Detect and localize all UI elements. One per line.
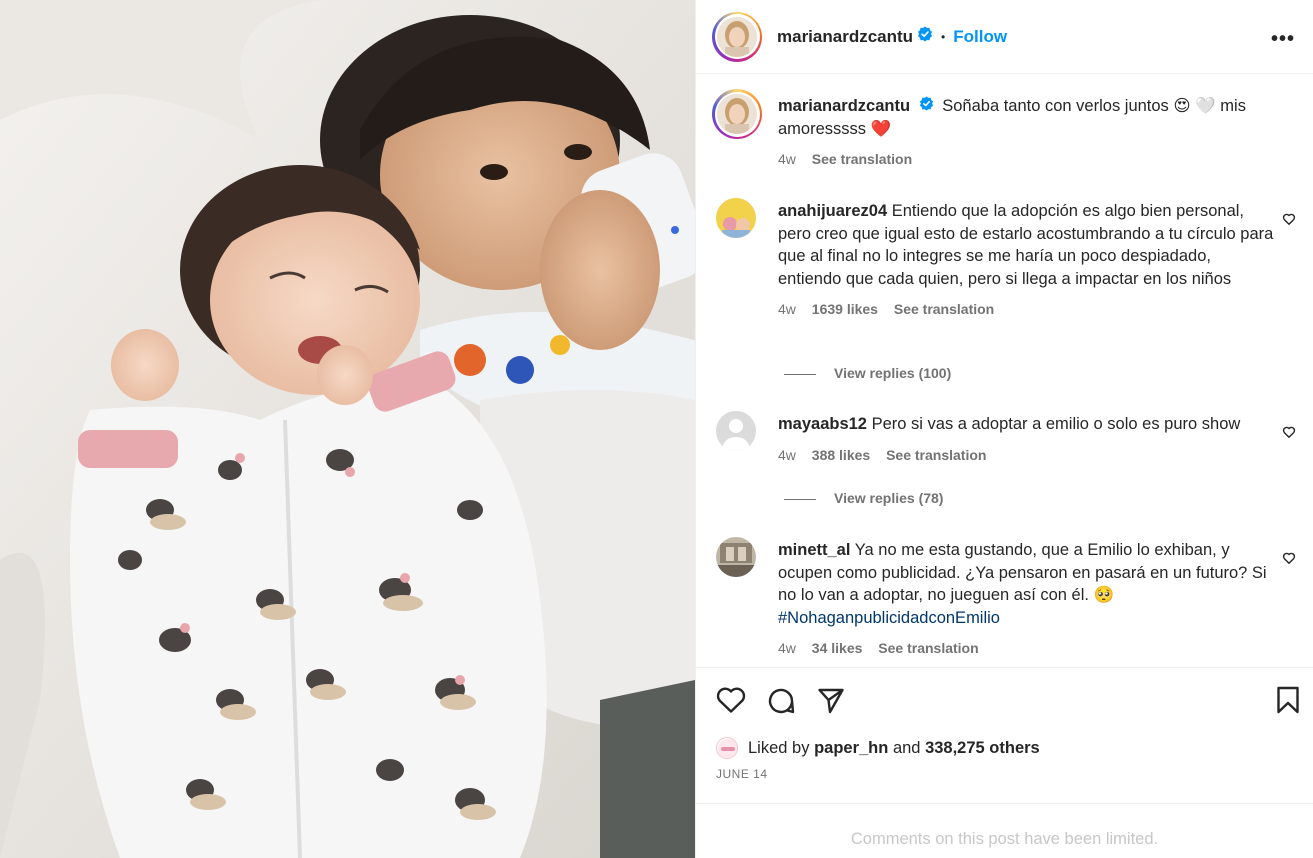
comment-username[interactable]: minett_al <box>778 541 850 559</box>
comment-time[interactable]: 4w <box>778 301 796 317</box>
comment-username[interactable]: mayaabs12 <box>778 415 867 433</box>
comment-likes[interactable]: 1639 likes <box>812 301 878 317</box>
heart-icon[interactable] <box>716 686 746 719</box>
action-bar <box>696 667 1313 731</box>
liked-by-and: and <box>892 738 921 757</box>
author-avatar-ring[interactable] <box>712 11 762 62</box>
post-header: marianardzcantu • Follow ••• <box>696 0 1313 74</box>
caption-username[interactable]: marianardzcantu <box>778 97 910 115</box>
comment-like-heart-icon[interactable] <box>1282 212 1296 226</box>
comment-text: Ya no me esta gustando, que a Emilio lo … <box>778 541 1267 604</box>
post-details-panel: marianardzcantu • Follow ••• marianardzc… <box>695 0 1313 858</box>
follow-button[interactable]: Follow <box>953 27 1007 47</box>
replies-line <box>784 373 816 375</box>
commenter-avatar[interactable] <box>716 411 756 451</box>
view-replies-button[interactable]: View replies (78) <box>784 490 943 506</box>
verified-icon <box>917 26 933 47</box>
caption-avatar-ring[interactable] <box>712 89 762 139</box>
caption-see-translation[interactable]: See translation <box>812 151 912 167</box>
caption-meta: 4w See translation <box>778 148 1278 171</box>
caption-time[interactable]: 4w <box>778 151 796 167</box>
liked-by-others[interactable]: 338,275 others <box>925 739 1040 758</box>
author-username[interactable]: marianardzcantu <box>777 27 913 47</box>
view-replies-button[interactable]: View replies (100) <box>784 365 951 381</box>
comment-hashtag[interactable]: #NohaganpublicidadconEmilio <box>778 609 1000 627</box>
bookmark-icon[interactable] <box>1276 686 1300 719</box>
comment-see-translation[interactable]: See translation <box>894 301 994 317</box>
comments-list[interactable]: marianardzcantu Soñaba tanto con verlos … <box>696 75 1313 666</box>
comment-meta: 4w 388 likes See translation <box>778 444 1278 467</box>
verified-icon <box>919 95 934 118</box>
comment-time[interactable]: 4w <box>778 640 796 656</box>
caption-avatar <box>717 94 757 134</box>
view-replies-label[interactable]: View replies (78) <box>834 490 943 506</box>
liker-username[interactable]: paper_hn <box>814 739 888 758</box>
view-replies-label[interactable]: View replies (100) <box>834 365 951 381</box>
more-icon[interactable]: ••• <box>1271 28 1295 51</box>
comment-time[interactable]: 4w <box>778 447 796 463</box>
comment-username[interactable]: anahijuarez04 <box>778 202 887 220</box>
share-icon[interactable] <box>817 686 845 719</box>
comment-meta: 4w 34 likes See translation <box>778 637 1278 660</box>
comment-see-translation[interactable]: See translation <box>886 447 986 463</box>
comment-icon[interactable] <box>766 686 796 721</box>
comment-like-heart-icon[interactable] <box>1282 551 1296 565</box>
likes-summary: Liked by paper_hn and 338,275 others <box>716 737 1040 759</box>
commenter-avatar[interactable] <box>716 198 756 238</box>
comment-likes[interactable]: 34 likes <box>812 640 863 656</box>
post-photo[interactable] <box>0 0 695 858</box>
author-avatar <box>717 16 757 57</box>
separator-dot: • <box>941 29 946 44</box>
comment-meta: 4w 1639 likes See translation <box>778 298 1278 321</box>
comment-text: Pero si vas a adoptar a emilio o solo es… <box>871 415 1241 433</box>
replies-line <box>784 498 816 500</box>
post-viewer: marianardzcantu • Follow ••• marianardzc… <box>0 0 1313 858</box>
babies-photo <box>0 0 695 858</box>
comments-limited-notice: Comments on this post have been limited. <box>696 803 1313 858</box>
post-date[interactable]: JUNE 14 <box>716 767 768 781</box>
commenter-avatar[interactable] <box>716 537 756 577</box>
comment-like-heart-icon[interactable] <box>1282 425 1296 439</box>
comment-likes[interactable]: 388 likes <box>812 447 870 463</box>
liker-avatar[interactable] <box>716 737 738 759</box>
comment-see-translation[interactable]: See translation <box>878 640 978 656</box>
liked-by-prefix: Liked by <box>748 738 810 757</box>
